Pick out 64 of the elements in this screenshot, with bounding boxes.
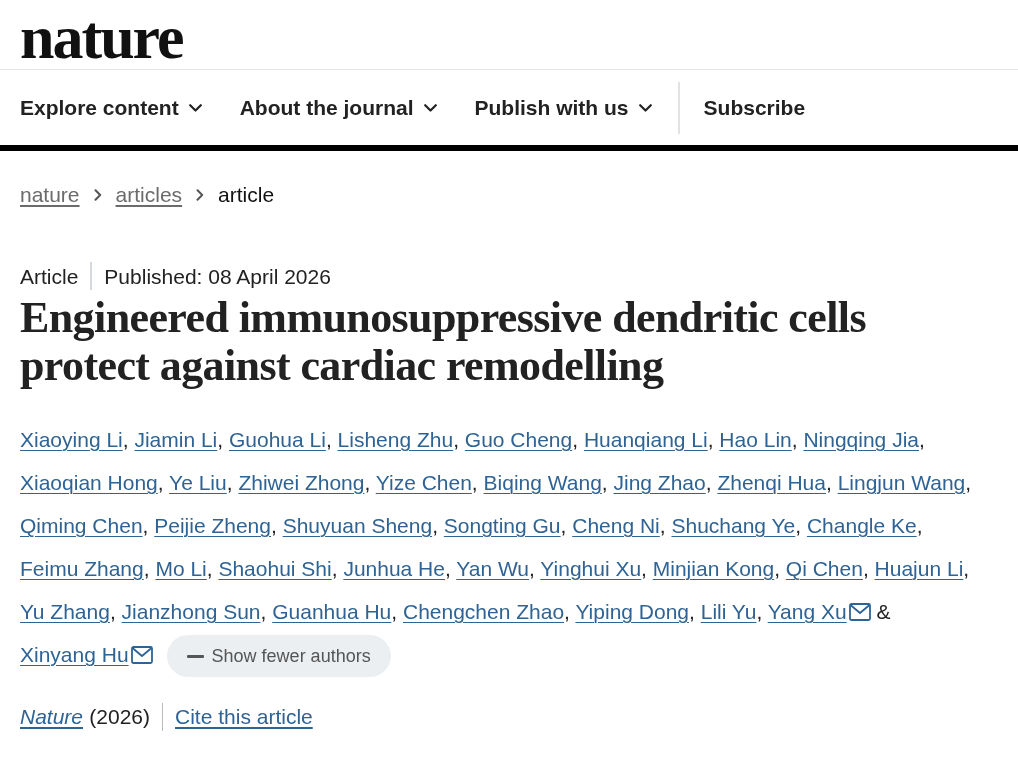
nav-link[interactable]: Subscribe — [703, 85, 806, 130]
author-link[interactable]: Zhenqi Hua — [717, 471, 826, 494]
cite-article-link[interactable]: Cite this article — [175, 701, 313, 733]
chevron-down-icon — [423, 103, 437, 112]
author-link[interactable]: Hao Lin — [719, 428, 792, 451]
journal-link[interactable]: Nature — [20, 701, 84, 733]
author-link[interactable]: Minjian Kong — [652, 557, 775, 580]
nav-menu-button[interactable]: Publish with us — [474, 85, 652, 130]
envelope-icon[interactable] — [848, 603, 871, 621]
author-link[interactable]: Biqing Wang — [483, 471, 602, 494]
author-link[interactable]: Xiaoqian Hong — [20, 471, 158, 494]
author-link[interactable]: Yiping Dong — [575, 600, 690, 623]
author-link[interactable]: Ningqing Jia — [803, 428, 919, 451]
author-link[interactable]: Lili Yu — [700, 600, 757, 623]
minus-icon — [186, 654, 204, 658]
publication-date: Published: 08 April 2026 — [104, 263, 331, 290]
chevron-right-icon — [196, 188, 205, 201]
author-link[interactable]: Mo Li — [155, 557, 207, 580]
author-link[interactable]: Huajun Li — [874, 557, 964, 580]
show-fewer-authors-button[interactable]: Show fewer authors — [166, 635, 391, 678]
author-link[interactable]: Songting Gu — [443, 514, 561, 537]
author-link[interactable]: Cheng Ni — [572, 514, 660, 537]
author-link[interactable]: Yang Xu — [767, 600, 847, 623]
breadcrumb-link[interactable]: nature — [20, 179, 80, 211]
author-link[interactable]: Chengchen Zhao — [402, 600, 565, 623]
author-link[interactable]: Jiamin Li — [134, 428, 218, 451]
author-link[interactable]: Yinghui Xu — [540, 557, 642, 580]
publication-year: (2026) — [89, 704, 151, 731]
author-link[interactable]: Feimu Zhang — [20, 557, 144, 580]
article-type: Article — [20, 263, 79, 290]
author-link[interactable]: Guohua Li — [228, 428, 326, 451]
author-link[interactable]: Ye Liu — [169, 471, 227, 494]
author-link[interactable]: Zhiwei Zhong — [238, 471, 365, 494]
author-link[interactable]: Shuyuan Sheng — [282, 514, 433, 537]
nav-menu-button[interactable]: About the journal — [239, 85, 437, 130]
author-link[interactable]: Jing Zhao — [613, 471, 706, 494]
author-link[interactable]: Yize Chen — [375, 471, 472, 494]
breadcrumb-current: article — [218, 182, 275, 208]
author-link[interactable]: Shuchang Ye — [671, 514, 796, 537]
author-link[interactable]: Huanqiang Li — [583, 428, 708, 451]
author-link[interactable]: Xiaoying Li — [20, 428, 123, 451]
author-link[interactable]: Qiming Chen — [20, 514, 143, 537]
chevron-down-icon — [638, 103, 652, 112]
article-title: Engineered immunosuppressive dendritic cells protect against cardiac remodelling — [20, 294, 867, 390]
author-list: Xiaoying Li, Jiamin Li, Guohua Li, Lisheng Zhu, Guo Cheng, Huanqiang Li, Hao Lin, Ningqing Jia, Xiaoqian Hong, Ye Liu, Zhiwei Zhong, Yize Chen, Biqing Wang, Jing Zhao, Zhenqi Hua, Lingjun Wang, Qiming Chen, Peijie Zheng, Shuyuan Sheng, Songting Gu, Cheng Ni, Shuchang Ye, Changle Ke, Feimu Zhang, Mo Li, Shaohui Shi, Junhua He, Yan Wu, Yinghui Xu, Minjian Kong, Qi Chen, Huajun Li, Yu Zhang, Jianzhong Sun, Guanhua Hu, Chengchen Zhao, Yiping Dong, Lili Yu, Yang Xu & Xinyang Hu Show fewer authors — [20, 418, 998, 678]
chevron-down-icon — [188, 103, 202, 112]
author-link[interactable]: Changle Ke — [806, 514, 917, 537]
author-link[interactable]: Yu Zhang — [20, 600, 110, 623]
author-link[interactable]: Peijie Zheng — [154, 514, 271, 537]
author-link[interactable]: Yan Wu — [456, 557, 529, 580]
author-link[interactable]: Qi Chen — [785, 557, 863, 580]
author-link[interactable]: Guo Cheng — [464, 428, 573, 451]
author-link[interactable]: Junhua He — [343, 557, 445, 580]
chevron-right-icon — [93, 188, 102, 201]
logo[interactable]: nature — [20, 5, 183, 68]
nav-menu-button[interactable]: Explore content — [20, 85, 202, 130]
author-link[interactable]: Xinyang Hu — [20, 643, 129, 666]
author-link[interactable]: Lingjun Wang — [837, 471, 966, 494]
envelope-icon[interactable] — [130, 646, 153, 664]
author-link[interactable]: Lisheng Zhu — [337, 428, 454, 451]
author-link[interactable]: Guanhua Hu — [272, 600, 392, 623]
author-link[interactable]: Jianzhong Sun — [121, 600, 261, 623]
breadcrumb-link[interactable]: articles — [115, 179, 183, 211]
author-link[interactable]: Shaohui Shi — [218, 557, 332, 580]
